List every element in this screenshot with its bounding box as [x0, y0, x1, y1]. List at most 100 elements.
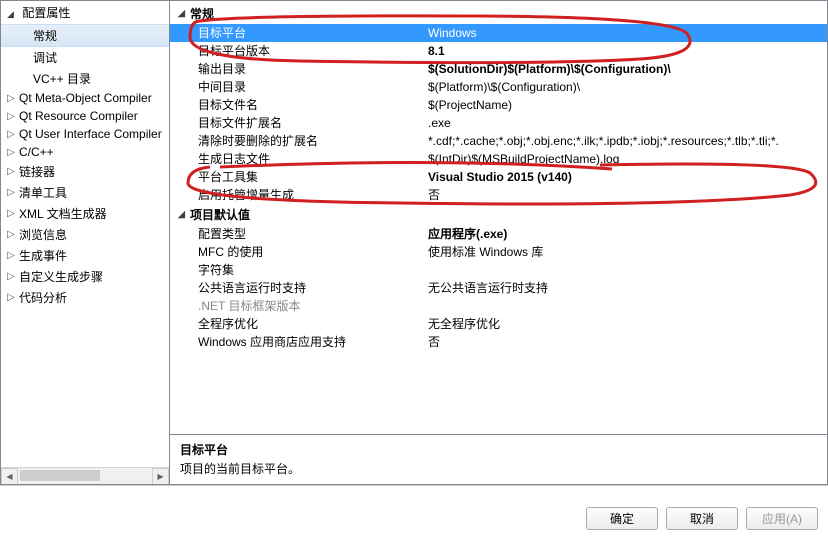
property-value[interactable]: 8.1	[428, 43, 827, 59]
tree-item-label: Qt Meta-Object Compiler	[17, 91, 152, 105]
property-row[interactable]: 中间目录$(Platform)\$(Configuration)\	[170, 78, 827, 96]
property-key: 中间目录	[198, 79, 428, 95]
property-key: 目标文件名	[198, 97, 428, 113]
config-tree-pane: ◢ 配置属性 常规调试VC++ 目录▷Qt Meta-Object Compil…	[0, 0, 170, 485]
property-row[interactable]: 目标文件名$(ProjectName)	[170, 96, 827, 114]
expand-icon[interactable]: ▷	[5, 166, 17, 177]
tree-item-label: 代码分析	[17, 289, 67, 306]
property-key: 公共语言运行时支持	[198, 280, 428, 296]
tree-h-scrollbar[interactable]: ◀ ▶	[1, 467, 169, 484]
description-text: 项目的当前目标平台。	[180, 460, 817, 477]
property-section-header[interactable]: ◢常规	[170, 3, 827, 24]
tree-item[interactable]: ▷XML 文档生成器	[1, 203, 169, 224]
tree-item[interactable]: 调试	[1, 47, 169, 68]
property-key: 平台工具集	[198, 169, 428, 185]
property-value[interactable]: Visual Studio 2015 (v140)	[428, 169, 827, 185]
description-title: 目标平台	[180, 441, 817, 458]
tree-item[interactable]: ▷Qt Resource Compiler	[1, 107, 169, 125]
property-value[interactable]: 应用程序(.exe)	[428, 226, 827, 242]
property-row[interactable]: 字符集	[170, 261, 827, 279]
tree-item-label: 常规	[31, 27, 57, 44]
expand-icon[interactable]: ▷	[5, 129, 17, 140]
description-panel: 目标平台 项目的当前目标平台。	[170, 434, 827, 484]
property-row[interactable]: 全程序优化无全程序优化	[170, 315, 827, 333]
scroll-thumb[interactable]	[20, 470, 100, 481]
tree-item[interactable]: ▷自定义生成步骤	[1, 266, 169, 287]
property-row[interactable]: 生成日志文件$(IntDir)$(MSBuildProjectName).log	[170, 150, 827, 168]
scroll-track[interactable]	[18, 468, 152, 484]
property-pane: ◢常规目标平台Windows目标平台版本8.1输出目录$(SolutionDir…	[170, 0, 828, 485]
tree-item[interactable]: ▷C/C++	[1, 143, 169, 161]
tree-item-label: 清单工具	[17, 184, 67, 201]
tree-item[interactable]: VC++ 目录	[1, 68, 169, 89]
expand-icon[interactable]: ▷	[5, 229, 17, 240]
collapse-icon[interactable]: ◢	[7, 9, 19, 20]
property-value[interactable]: $(ProjectName)	[428, 97, 827, 113]
expand-icon[interactable]: ▷	[5, 147, 17, 158]
property-value[interactable]: Windows	[428, 25, 827, 41]
property-key: 生成日志文件	[198, 151, 428, 167]
tree-item-label: 生成事件	[17, 247, 67, 264]
property-value[interactable]: $(Platform)\$(Configuration)\	[428, 79, 827, 95]
tree-item-label: XML 文档生成器	[17, 205, 107, 222]
tree-item[interactable]: ▷生成事件	[1, 245, 169, 266]
property-value[interactable]: 无公共语言运行时支持	[428, 280, 827, 296]
property-value[interactable]: .exe	[428, 115, 827, 131]
tree-item-label: C/C++	[17, 145, 54, 159]
property-value[interactable]: $(SolutionDir)$(Platform)\$(Configuratio…	[428, 61, 827, 77]
scroll-left-icon[interactable]: ◀	[1, 468, 18, 485]
ok-button[interactable]: 确定	[586, 507, 658, 530]
property-grid: ◢常规目标平台Windows目标平台版本8.1输出目录$(SolutionDir…	[170, 1, 827, 434]
property-key: .NET 目标框架版本	[198, 298, 428, 314]
expand-icon[interactable]: ▷	[5, 250, 17, 261]
tree-item[interactable]: ▷Qt User Interface Compiler	[1, 125, 169, 143]
property-key: 全程序优化	[198, 316, 428, 332]
property-value[interactable]: 无全程序优化	[428, 316, 827, 332]
tree-item[interactable]: ▷Qt Meta-Object Compiler	[1, 89, 169, 107]
apply-button[interactable]: 应用(A)	[746, 507, 818, 530]
collapse-icon[interactable]: ◢	[178, 209, 190, 220]
property-row[interactable]: Windows 应用商店应用支持否	[170, 333, 827, 351]
expand-icon[interactable]: ▷	[5, 208, 17, 219]
property-key: 清除时要删除的扩展名	[198, 133, 428, 149]
property-key: 目标平台版本	[198, 43, 428, 59]
property-row[interactable]: 输出目录$(SolutionDir)$(Platform)\$(Configur…	[170, 60, 827, 78]
property-row[interactable]: 配置类型应用程序(.exe)	[170, 225, 827, 243]
property-row[interactable]: 目标平台版本8.1	[170, 42, 827, 60]
expand-icon[interactable]: ▷	[5, 292, 17, 303]
property-key: Windows 应用商店应用支持	[198, 334, 428, 350]
scroll-right-icon[interactable]: ▶	[152, 468, 169, 485]
tree-item[interactable]: ▷链接器	[1, 161, 169, 182]
expand-icon[interactable]: ▷	[5, 187, 17, 198]
property-value[interactable]: 使用标准 Windows 库	[428, 244, 827, 260]
property-value[interactable]: 否	[428, 187, 827, 203]
tree-item[interactable]: ▷浏览信息	[1, 224, 169, 245]
tree-item[interactable]: ▷清单工具	[1, 182, 169, 203]
main-container: ◢ 配置属性 常规调试VC++ 目录▷Qt Meta-Object Compil…	[0, 0, 828, 486]
tree-item[interactable]: 常规	[1, 24, 169, 47]
expand-icon[interactable]: ▷	[5, 93, 17, 104]
property-row[interactable]: 启用托管增量生成否	[170, 186, 827, 204]
property-value[interactable]: *.cdf;*.cache;*.obj;*.obj.enc;*.ilk;*.ip…	[428, 133, 827, 149]
expand-icon[interactable]: ▷	[5, 271, 17, 282]
tree-item-label: 浏览信息	[17, 226, 67, 243]
tree-item-label: 链接器	[17, 163, 55, 180]
cancel-button[interactable]: 取消	[666, 507, 738, 530]
expand-icon[interactable]: ▷	[5, 111, 17, 122]
property-row[interactable]: 目标平台Windows	[170, 24, 827, 42]
tree-item-label: 调试	[31, 49, 57, 66]
property-row[interactable]: 目标文件扩展名.exe	[170, 114, 827, 132]
property-value[interactable]: 否	[428, 334, 827, 350]
property-row[interactable]: 公共语言运行时支持无公共语言运行时支持	[170, 279, 827, 297]
tree-item-label: 自定义生成步骤	[17, 268, 103, 285]
property-section-header[interactable]: ◢项目默认值	[170, 204, 827, 225]
property-row[interactable]: MFC 的使用使用标准 Windows 库	[170, 243, 827, 261]
tree-item[interactable]: ▷代码分析	[1, 287, 169, 308]
property-row[interactable]: .NET 目标框架版本	[170, 297, 827, 315]
property-row[interactable]: 清除时要删除的扩展名*.cdf;*.cache;*.obj;*.obj.enc;…	[170, 132, 827, 150]
property-key: 输出目录	[198, 61, 428, 77]
property-row[interactable]: 平台工具集Visual Studio 2015 (v140)	[170, 168, 827, 186]
collapse-icon[interactable]: ◢	[178, 8, 190, 19]
property-value[interactable]: $(IntDir)$(MSBuildProjectName).log	[428, 151, 827, 167]
property-key: 字符集	[198, 262, 428, 278]
